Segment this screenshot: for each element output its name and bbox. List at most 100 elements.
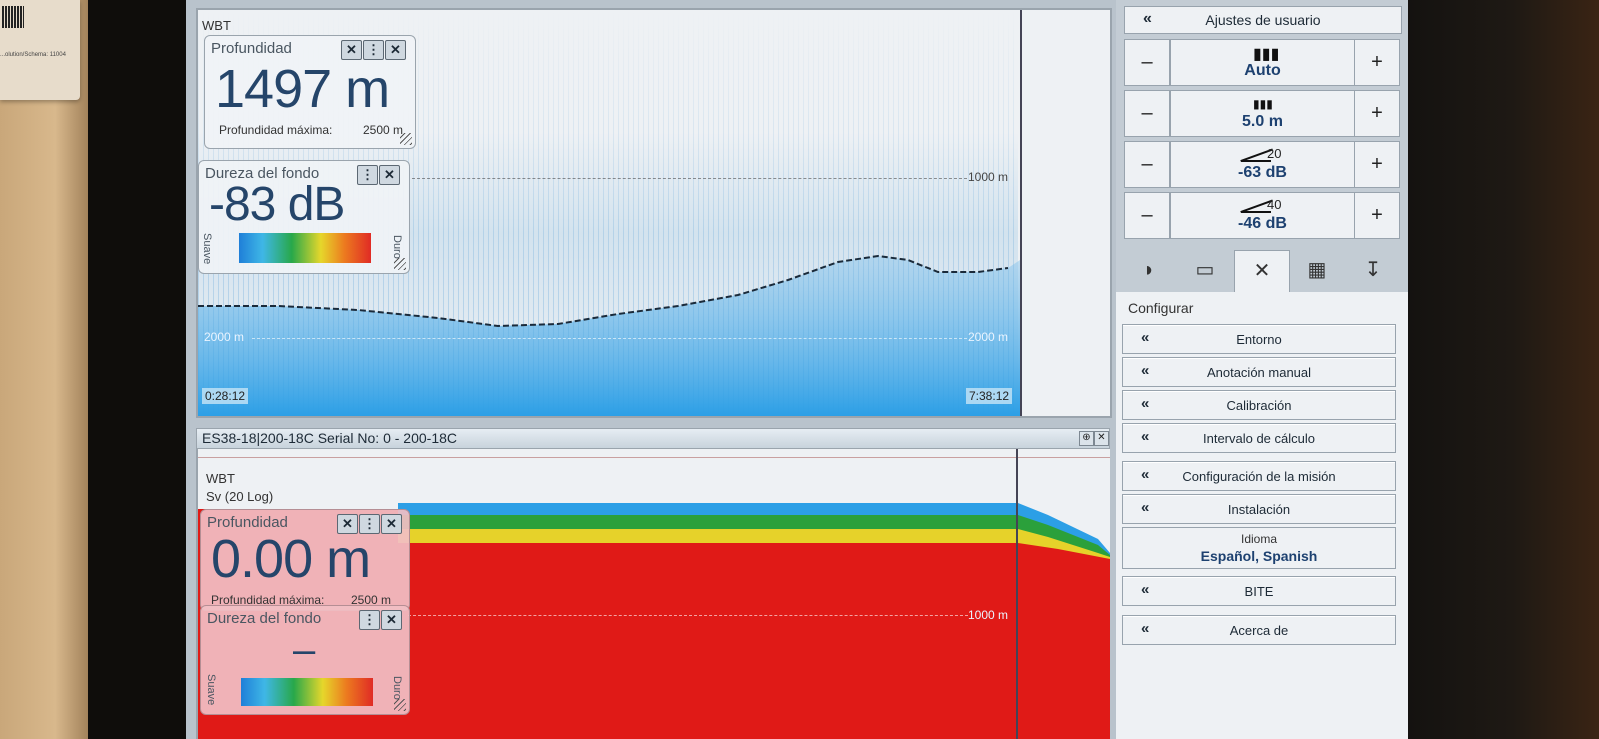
increase-button[interactable]: + [1354, 39, 1400, 86]
menu-manual-annotation-button[interactable]: « Anotación manual [1122, 357, 1396, 387]
close-icon[interactable]: ✕ [385, 40, 406, 60]
threshold-40log-button[interactable]: 40 -46 dB [1170, 192, 1355, 239]
ping-mode-value: Auto [1244, 62, 1281, 79]
settings-icon[interactable]: ⋮ [363, 40, 384, 60]
close-icon[interactable]: ✕ [381, 610, 402, 630]
language-value: Español, Spanish [1200, 548, 1318, 564]
tvg-40-label: 40 [1267, 197, 1282, 212]
language-label: Idioma [1240, 532, 1278, 546]
tab-setup[interactable]: ✕ [1234, 250, 1290, 293]
bottom-echogram-subtag: Sv (20 Log) [206, 489, 274, 504]
menu-item-label: Calibración [1226, 398, 1292, 413]
hardness-widget-title: Dureza del fondo [207, 610, 322, 627]
increase-button[interactable]: + [1354, 141, 1400, 188]
pulse-bars-icon: ▮▮▮ [1253, 97, 1273, 111]
echosounder-screen: WBT 1000 m 2000 m 2000 m 0:28:12 7:38:12… [186, 0, 1408, 739]
pin-icon[interactable]: ✕ [341, 40, 362, 60]
ping-bars-icon: ▮▮▮ [1253, 46, 1280, 63]
max-depth-value: 2500 m [363, 123, 404, 137]
max-depth-label: Profundidad máxima: [219, 123, 333, 137]
menu-entorno-button[interactable]: « Entorno [1122, 324, 1396, 354]
depth-value: 1497 m [215, 59, 390, 119]
pulse-value: 5.0 m [1242, 113, 1283, 130]
decrease-button[interactable]: – [1124, 90, 1170, 137]
range-label-2000-left: 2000 m [204, 330, 245, 344]
bottom-pane-titlebar[interactable]: ES38-18|200-18C Serial No: 0 - 200-18C ⊕… [196, 428, 1110, 449]
close-icon[interactable]: ✕ [1094, 431, 1109, 446]
menu-item-label: Intervalo de cálculo [1202, 431, 1315, 446]
resize-handle-icon[interactable] [400, 133, 412, 145]
threshold-20log-value: -63 dB [1238, 164, 1287, 181]
increase-button[interactable]: + [1354, 192, 1400, 239]
barcode-graphic [2, 6, 24, 28]
down-arrow-icon: ↧ [1364, 259, 1382, 281]
menu-mission-config-button[interactable]: « Configuración de la misión [1122, 461, 1396, 491]
resize-handle-icon[interactable] [394, 258, 406, 270]
top-echogram[interactable]: WBT 1000 m 2000 m 2000 m 0:28:12 7:38:12… [196, 8, 1112, 418]
hardness-value: -83 dB [209, 178, 345, 231]
monitor-bezel-right [1406, 0, 1599, 739]
hard-label: Duro [391, 235, 403, 259]
menu-about-button[interactable]: « Acerca de [1122, 615, 1396, 645]
tab-layout[interactable]: ▦ [1290, 250, 1344, 290]
adjust-row-threshold-40log: – 40 -46 dB + [1124, 192, 1400, 239]
hardness-color-scale [241, 678, 373, 706]
time-cursor-bottom[interactable] [1016, 449, 1018, 739]
depth-widget[interactable]: Profundidad ✕ ⋮ ✕ 1497 m Profundidad máx… [204, 35, 416, 149]
barcode-sticker: ...olution/Schema: 11004 [0, 0, 80, 100]
increase-button[interactable]: + [1354, 90, 1400, 137]
bottom-echogram[interactable]: WBT Sv (20 Log) 1000 m Profundidad ✕ ⋮ ✕… [196, 449, 1110, 739]
right-control-panel: « Ajustes de usuario – ▮▮▮ Auto + – ▮▮▮ … [1116, 0, 1408, 739]
depth-value: 0.00 m [211, 529, 371, 589]
decrease-button[interactable]: – [1124, 141, 1170, 188]
menu-calc-interval-button[interactable]: « Intervalo de cálculo [1122, 423, 1396, 453]
hardness-widget-bottom[interactable]: Dureza del fondo ⋮ ✕ – Suave Duro [200, 605, 410, 715]
range-label-1000-bottom: 1000 m [968, 608, 1009, 622]
adjust-row-ping-mode: – ▮▮▮ Auto + [1124, 39, 1400, 86]
bottom-pane-title: ES38-18|200-18C Serial No: 0 - 200-18C [202, 430, 458, 446]
layout-grid-icon: ▦ [1307, 259, 1327, 281]
close-icon[interactable]: ✕ [379, 165, 400, 185]
configure-title: Configurar [1128, 300, 1194, 316]
panel-tabs: ◗ ▭ ✕ ▦ ↧ [1116, 250, 1408, 293]
top-echogram-tag: WBT [202, 18, 231, 33]
tab-display[interactable]: ▭ [1178, 250, 1232, 290]
time-start: 0:28:12 [202, 388, 249, 404]
depth-widget-title: Profundidad [211, 40, 292, 57]
sticker-text: ...olution/Schema: 11004 [0, 52, 66, 58]
user-settings-label: Ajustes de usuario [1205, 12, 1321, 28]
language-button[interactable]: Idioma Español, Spanish [1122, 527, 1396, 569]
water-column [198, 256, 1020, 416]
decrease-button[interactable]: – [1124, 192, 1170, 239]
menu-bite-button[interactable]: « BITE [1122, 576, 1396, 606]
sonar-waves-icon: ◗ [1142, 259, 1156, 281]
settings-icon[interactable]: ⋮ [359, 610, 380, 630]
decrease-button[interactable]: – [1124, 39, 1170, 86]
ping-mode-value-button[interactable]: ▮▮▮ Auto [1170, 39, 1355, 86]
menu-item-label: Anotación manual [1206, 365, 1312, 380]
hard-label: Duro [391, 676, 403, 700]
range-line-1000 [412, 178, 967, 179]
hardness-widget[interactable]: Dureza del fondo ⋮ ✕ -83 dB Suave Duro [198, 160, 410, 274]
soft-label: Suave [205, 674, 217, 706]
soft-label: Suave [201, 233, 213, 265]
close-icon[interactable]: ✕ [381, 514, 402, 534]
time-cursor[interactable] [1020, 10, 1022, 416]
threshold-20log-button[interactable]: 20 -63 dB [1170, 141, 1355, 188]
settings-icon[interactable]: ⋮ [357, 165, 378, 185]
time-end: 7:38:12 [966, 388, 1013, 404]
depth-widget-bottom[interactable]: Profundidad ✕ ⋮ ✕ 0.00 m Profundidad máx… [200, 509, 410, 611]
user-settings-button[interactable]: « Ajustes de usuario [1124, 6, 1402, 34]
tab-transducer[interactable]: ◗ [1122, 250, 1176, 290]
menu-calibration-button[interactable]: « Calibración [1122, 390, 1396, 420]
resize-handle-icon[interactable] [394, 699, 406, 711]
tab-more[interactable]: ↧ [1346, 250, 1400, 290]
menu-installation-button[interactable]: « Instalación [1122, 494, 1396, 524]
pin-icon[interactable]: ⊕ [1079, 431, 1094, 446]
tools-icon: ✕ [1253, 260, 1271, 282]
range-label-1000-right: 1000 m [968, 170, 1009, 184]
menu-item-label: Entorno [1236, 332, 1282, 347]
adjust-row-threshold-20log: – 20 -63 dB + [1124, 141, 1400, 188]
monitor-bezel-left [88, 0, 198, 739]
pulse-value-button[interactable]: ▮▮▮ 5.0 m [1170, 90, 1355, 137]
